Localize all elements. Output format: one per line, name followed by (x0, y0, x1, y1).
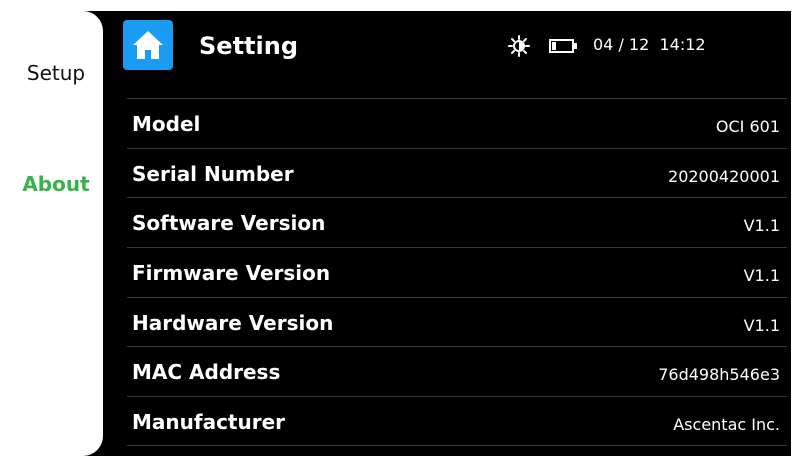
row-value: 20200420001 (668, 166, 780, 186)
device-screen: Setup About Setting 04 / 12 14:12 Model … (9, 11, 791, 456)
info-row-firmware-version: Firmware Version V1.1 (127, 247, 787, 297)
row-label: Manufacturer (132, 410, 286, 435)
sidebar-item-setup[interactable]: Setup (9, 61, 103, 85)
sidebar-item-about[interactable]: About (9, 172, 103, 196)
info-row-model: Model OCI 601 (127, 98, 787, 148)
info-row-serial-number: Serial Number 20200420001 (127, 147, 787, 198)
info-row-manufacturer: Manufacturer Ascentac Inc. (127, 396, 787, 446)
brightness-icon (508, 35, 530, 57)
datetime: 04 / 12 14:12 (593, 35, 706, 54)
row-value: 76d498h546e3 (658, 365, 780, 385)
info-row-hardware-version: Hardware Version V1.1 (127, 296, 787, 347)
info-row-software-version: Software Version V1.1 (127, 197, 787, 247)
page-title: Setting (199, 32, 298, 60)
home-icon (133, 31, 163, 59)
row-label: Firmware Version (132, 261, 331, 286)
row-value: OCI 601 (715, 117, 780, 136)
sidebar: Setup About (9, 11, 103, 456)
row-label: Serial Number (132, 161, 294, 186)
row-value: V1.1 (743, 315, 780, 335)
date-text: 04 / 12 (593, 35, 650, 54)
row-label: MAC Address (132, 360, 281, 385)
row-value: V1.1 (743, 266, 780, 286)
row-label: Software Version (132, 211, 326, 236)
row-label: Hardware Version (132, 310, 334, 335)
home-button[interactable] (123, 20, 173, 70)
about-info-list: Model OCI 601 Serial Number 20200420001 … (127, 98, 787, 446)
time-text: 14:12 (659, 35, 706, 54)
battery-icon (549, 39, 577, 53)
row-value: V1.1 (743, 216, 780, 236)
info-row-mac-address: MAC Address 76d498h546e3 (127, 346, 787, 396)
row-label: Model (132, 112, 201, 136)
row-value: Ascentac Inc. (673, 415, 780, 435)
